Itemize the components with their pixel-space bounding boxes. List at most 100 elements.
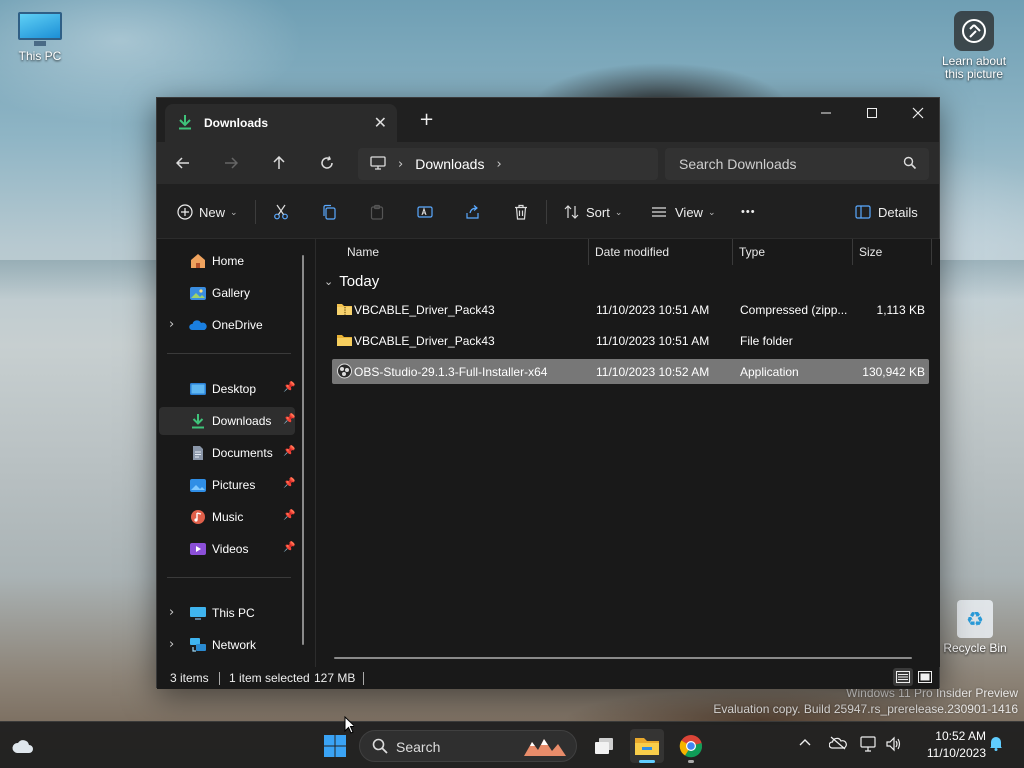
forward-button[interactable] xyxy=(218,152,244,174)
tiles-view-icon xyxy=(918,671,932,683)
active-indicator xyxy=(639,760,655,763)
group-header-today[interactable]: ⌄ Today xyxy=(324,273,379,290)
rename-button[interactable] xyxy=(417,201,433,223)
pin-icon[interactable]: 📌 xyxy=(283,542,295,553)
documents-icon xyxy=(193,446,203,460)
taskbar-chrome[interactable] xyxy=(674,729,708,763)
sidebar-item-pictures[interactable]: Pictures 📌 xyxy=(159,471,295,499)
notification-bell-icon[interactable] xyxy=(989,735,1003,755)
status-selection: 1 item selected xyxy=(229,671,310,685)
pin-icon[interactable]: 📌 xyxy=(283,446,295,457)
sidebar-item-label: Videos xyxy=(212,542,249,556)
pin-icon[interactable]: 📌 xyxy=(283,382,295,393)
chevron-up-icon[interactable] xyxy=(799,736,811,751)
share-button[interactable] xyxy=(465,201,481,223)
pin-icon[interactable]: 📌 xyxy=(283,510,295,521)
column-divider[interactable] xyxy=(852,239,853,265)
new-tab-button[interactable]: + xyxy=(419,109,434,130)
sidebar-item-onedrive[interactable]: › OneDrive xyxy=(159,311,295,339)
cut-button[interactable] xyxy=(273,201,289,223)
file-row[interactable]: VBCABLE_Driver_Pack43 11/10/2023 10:51 A… xyxy=(332,297,929,322)
status-item-count: 3 items xyxy=(170,671,209,685)
chevron-right-icon[interactable]: › xyxy=(169,317,174,332)
videos-icon xyxy=(190,543,206,555)
copy-button[interactable] xyxy=(321,201,337,223)
taskbar-file-explorer[interactable] xyxy=(630,729,664,763)
sidebar-item-gallery[interactable]: Gallery xyxy=(159,279,295,307)
taskbar-clock[interactable]: 10:52 AM 11/10/2023 xyxy=(920,728,986,762)
file-explorer-icon xyxy=(635,738,659,755)
sidebar-item-videos[interactable]: Videos 📌 xyxy=(159,535,295,563)
column-header-date[interactable]: Date modified xyxy=(595,239,669,265)
file-explorer-window: Downloads ✕ + › Downloads › Search Downl… xyxy=(156,97,941,689)
task-view-button[interactable] xyxy=(587,729,621,763)
maximize-button[interactable] xyxy=(849,98,895,128)
toolbar-divider xyxy=(255,200,256,224)
camera-info-icon xyxy=(954,11,994,51)
tiles-view-button[interactable] xyxy=(915,668,935,686)
pin-icon[interactable]: 📌 xyxy=(283,478,295,489)
onedrive-offline-icon[interactable] xyxy=(828,736,847,754)
sidebar-item-this-pc[interactable]: › This PC xyxy=(159,599,295,627)
column-divider[interactable] xyxy=(931,239,932,265)
view-list-icon xyxy=(652,207,666,217)
chevron-right-icon[interactable]: › xyxy=(169,637,174,652)
column-header-name[interactable]: Name xyxy=(347,239,379,265)
chevron-down-icon[interactable]: ⌄ xyxy=(324,275,333,288)
file-row[interactable]: VBCABLE_Driver_Pack43 11/10/2023 10:51 A… xyxy=(332,328,929,353)
mouse-cursor-icon xyxy=(344,716,354,734)
paste-button[interactable] xyxy=(369,201,385,223)
close-tab-icon[interactable]: ✕ xyxy=(374,113,387,132)
chevron-right-icon[interactable]: › xyxy=(169,605,174,620)
tab-downloads[interactable]: Downloads ✕ xyxy=(165,104,397,142)
chevron-right-icon[interactable]: › xyxy=(398,157,403,172)
start-button[interactable] xyxy=(318,729,352,763)
desktop-icon-recycle-bin[interactable]: ♻ Recycle Bin xyxy=(937,600,1013,655)
volume-icon[interactable] xyxy=(885,736,903,756)
new-button[interactable]: New ⌄ xyxy=(177,201,238,223)
sidebar-item-documents[interactable]: Documents 📌 xyxy=(159,439,295,467)
desktop-icon-learn-about-picture[interactable]: Learn about this picture xyxy=(936,11,1012,81)
desktop-icon-this-pc[interactable]: This PC xyxy=(2,12,78,63)
column-divider[interactable] xyxy=(588,239,589,265)
breadcrumb[interactable]: › Downloads › xyxy=(358,148,658,180)
close-window-button[interactable] xyxy=(895,98,941,128)
clock-date: 11/10/2023 xyxy=(926,746,986,760)
more-options-button[interactable]: ••• xyxy=(741,201,756,223)
sidebar-item-desktop[interactable]: Desktop 📌 xyxy=(159,375,295,403)
column-header-size[interactable]: Size xyxy=(859,239,882,265)
sidebar-item-music[interactable]: Music 📌 xyxy=(159,503,295,531)
up-button[interactable] xyxy=(266,152,292,174)
details-view-button[interactable] xyxy=(893,668,913,686)
network-icon[interactable] xyxy=(860,736,878,756)
search-icon xyxy=(372,738,388,757)
sidebar-item-network[interactable]: › Network xyxy=(159,631,295,659)
chevron-right-icon[interactable]: › xyxy=(496,157,501,172)
column-header-type[interactable]: Type xyxy=(739,239,765,265)
monitor-icon[interactable] xyxy=(370,155,386,173)
breadcrumb-downloads[interactable]: Downloads xyxy=(415,156,484,172)
widgets-button[interactable] xyxy=(6,729,40,763)
view-button[interactable]: View ⌄ xyxy=(651,201,716,223)
minimize-button[interactable] xyxy=(803,98,849,128)
pin-icon[interactable]: 📌 xyxy=(283,414,295,425)
windows-watermark: Windows 11 Pro Insider Preview Evaluatio… xyxy=(713,685,1018,717)
column-divider[interactable] xyxy=(732,239,733,265)
chrome-icon xyxy=(679,735,703,758)
trash-icon xyxy=(515,204,527,220)
horizontal-scrollbar[interactable] xyxy=(334,657,912,659)
file-row[interactable]: OBS-Studio-29.1.3-Full-Installer-x64 11/… xyxy=(332,359,929,384)
sidebar-item-downloads[interactable]: Downloads 📌 xyxy=(159,407,295,435)
sidebar-item-home[interactable]: Home xyxy=(159,247,295,275)
sort-button[interactable]: Sort ⌄ xyxy=(564,201,622,223)
details-pane-button[interactable]: Details xyxy=(855,201,918,223)
back-button[interactable] xyxy=(170,152,196,174)
refresh-button[interactable] xyxy=(314,152,340,174)
taskbar-search-box[interactable]: Search xyxy=(359,730,577,762)
sidebar-item-label: Music xyxy=(212,510,244,524)
search-box[interactable] xyxy=(665,148,929,180)
delete-button[interactable] xyxy=(513,201,529,223)
search-icon[interactable] xyxy=(903,156,917,173)
search-input[interactable] xyxy=(679,155,899,173)
sidebar-scrollbar[interactable] xyxy=(302,255,304,645)
